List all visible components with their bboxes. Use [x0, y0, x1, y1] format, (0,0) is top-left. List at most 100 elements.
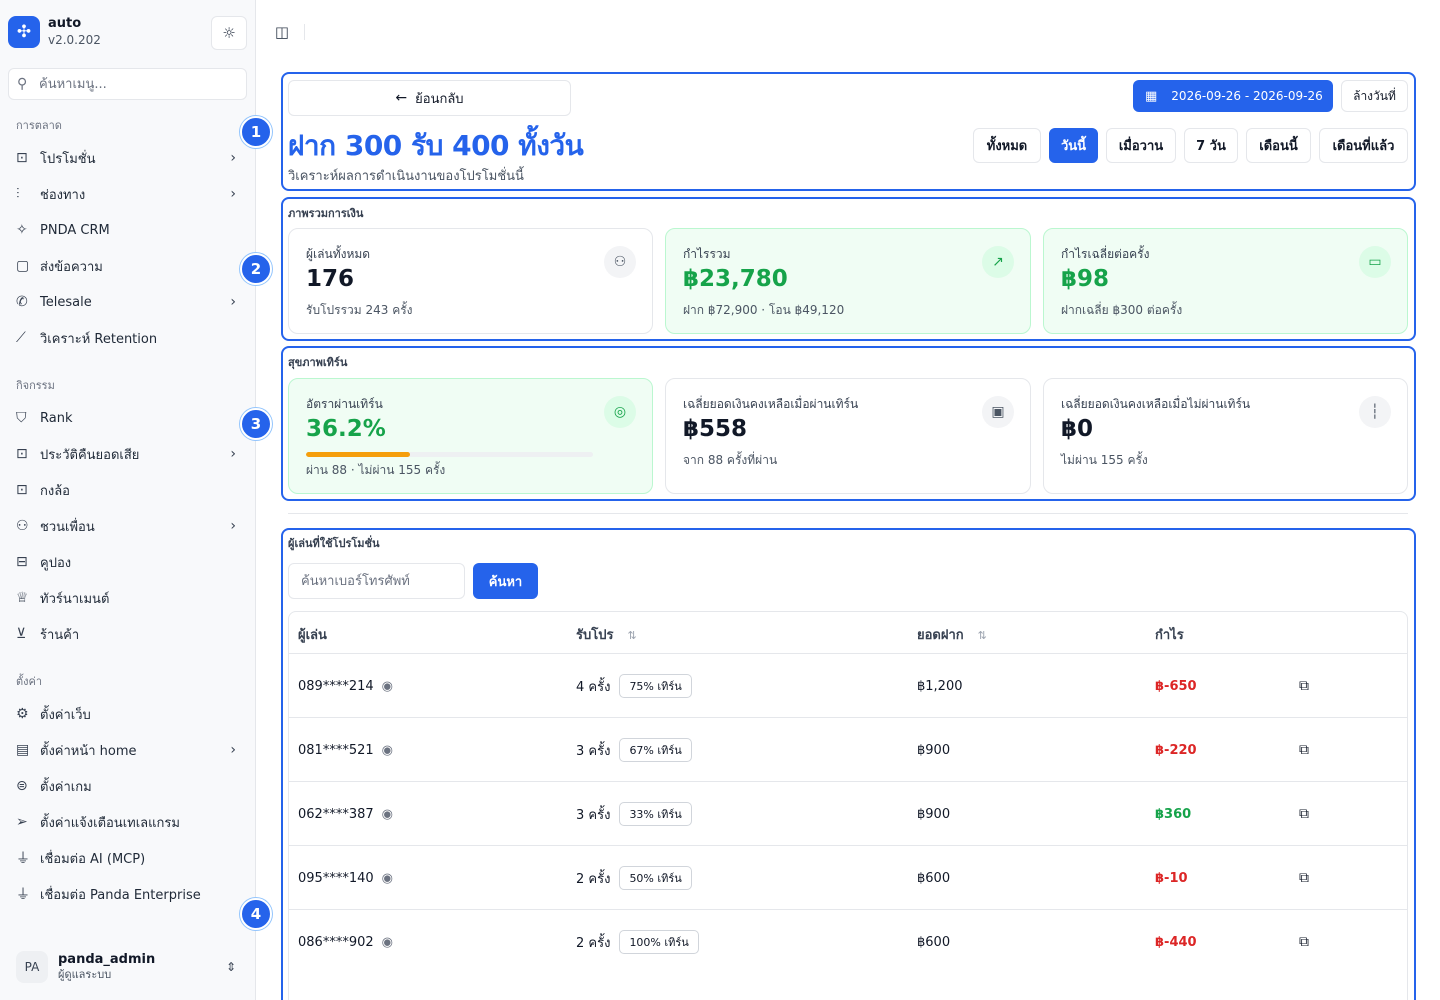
eye-icon[interactable]: ◉ — [382, 871, 393, 886]
menu-search[interactable]: ⚲ — [8, 68, 247, 100]
eye-icon[interactable]: ◉ — [382, 679, 393, 694]
external-link-icon[interactable]: ⧉ — [1299, 806, 1309, 822]
shield-icon: ⛉ — [16, 410, 27, 426]
bar-chart-icon: ┆ — [1359, 396, 1391, 428]
sidebar-item-8[interactable]: ⊡ ประวัติคืนยอดเสีย › — [8, 437, 246, 471]
back-button[interactable]: ← ย้อนกลับ — [288, 80, 571, 116]
sidebar-item-2[interactable]: ⫶ ช่องทาง › — [8, 177, 246, 211]
range-button-2[interactable]: วันนี้ — [1049, 128, 1098, 163]
sidebar-item-15[interactable]: ▤ ตั้งค่าหน้า home › — [8, 733, 246, 767]
sidebar-item-14[interactable]: ⚙ ตั้งค่าเว็บ — [8, 697, 246, 731]
card-value: ฿23,780 — [683, 266, 788, 292]
range-button-4[interactable]: 7 วัน — [1184, 128, 1238, 163]
sidebar-item-9[interactable]: ⊡ กงล้อ — [8, 473, 246, 507]
sidebar-item-12[interactable]: ♕ ทัวร์นาเมนต์ — [8, 581, 246, 615]
players-section-title: ผู้เล่นที่ใช้โปรโมชั่น — [288, 537, 380, 550]
external-link-icon[interactable]: ⧉ — [1299, 742, 1309, 758]
phone-search-input[interactable] — [288, 563, 465, 599]
chevrons-up-down-icon: ⇕ — [225, 960, 236, 974]
date-range-picker[interactable]: ▦ 2026-09-26 - 2026-09-26 — [1133, 80, 1333, 112]
table-row: 086****902 ◉ 2 ครั้ง 100% เทิร์น ฿600 ฿-440 ⧉ — [289, 909, 1407, 974]
sidebar-item-7[interactable]: ⛉ Rank — [8, 401, 246, 435]
eye-icon[interactable]: ◉ — [382, 743, 393, 758]
player-cell: 062****387 ◉ — [298, 782, 393, 846]
annotation-badge-3: 3 — [240, 408, 272, 440]
divider — [288, 513, 1408, 514]
brand[interactable]: ✣ auto v2.0.202 — [8, 16, 101, 48]
deposit-cell: ฿600 — [917, 934, 951, 950]
chevron-right-icon: › — [230, 186, 236, 202]
open-detail-cell[interactable]: ⧉ — [1299, 718, 1309, 782]
sidebar-item-label: ประวัติคืนยอดเสีย — [40, 447, 140, 463]
topbar-divider — [304, 24, 305, 40]
card-label: กำไรรวม — [683, 247, 731, 261]
sidebar-item-13[interactable]: ⊻ ร้านค้า — [8, 617, 246, 651]
arrow-left-icon: ← — [395, 90, 408, 106]
open-detail-cell[interactable]: ⧉ — [1299, 782, 1309, 846]
avg-balance-fail-card: เฉลี่ยยอดเงินคงเหลือเมื่อไม่ผ่านเทิร์น ฿… — [1043, 378, 1408, 494]
sidebar-item-5[interactable]: ✆ Telesale › — [8, 285, 246, 319]
sidebar-item-label: ทัวร์นาเมนต์ — [40, 591, 110, 607]
app-name: auto — [48, 16, 82, 31]
profit-cell: ฿-440 — [1155, 934, 1197, 950]
eye-icon[interactable]: ◉ — [382, 935, 393, 950]
column-header-deposit[interactable]: ยอดฝาก ⇅ — [917, 624, 987, 645]
menu-search-input[interactable] — [39, 76, 229, 92]
sort-icon: ⇅ — [977, 629, 987, 642]
eye-icon[interactable]: ◉ — [382, 807, 393, 822]
open-detail-cell[interactable]: ⧉ — [1299, 654, 1309, 718]
column-header-claims[interactable]: รับโปร ⇅ — [576, 624, 637, 645]
sidebar-item-10[interactable]: ⚇ ชวนเพื่อน › — [8, 509, 246, 543]
sidebar-item-11[interactable]: ⊟ คูปอง — [8, 545, 246, 579]
panel-left-icon: ◫ — [274, 23, 290, 41]
chevron-right-icon: › — [230, 446, 236, 462]
turn-badge: 33% เทิร์น — [619, 802, 692, 826]
sidebar-item-1[interactable]: ⊡ โปรโมชั่น › — [8, 141, 246, 175]
card-value: ฿98 — [1061, 266, 1110, 292]
profit-cell: ฿-650 — [1155, 678, 1197, 694]
phone-search-button[interactable]: ค้นหา — [473, 563, 538, 599]
player-cell: 086****902 ◉ — [298, 910, 393, 974]
external-link-icon[interactable]: ⧉ — [1299, 870, 1309, 886]
sidebar-item-17[interactable]: ➢ ตั้งค่าแจ้งเตือนเทเลแกรม — [8, 805, 246, 839]
sidebar-item-16[interactable]: ⊜ ตั้งค่าเกม — [8, 769, 246, 803]
column-header-player: ผู้เล่น — [298, 624, 327, 645]
sidebar-item-label: โปรโมชั่น — [40, 151, 96, 167]
user-menu[interactable]: PA panda_admin ผู้ดูแลระบบ ⇕ — [8, 944, 246, 990]
bar-chart-icon: ⫶ — [16, 186, 20, 202]
sidebar-item-label: เชื่อมต่อ Panda Enterprise — [40, 887, 201, 903]
claims-cell: 2 ครั้ง 50% เทิร์น — [576, 846, 692, 910]
range-button-5[interactable]: เดือนนี้ — [1246, 128, 1311, 163]
range-button-3[interactable]: เมื่อวาน — [1106, 128, 1176, 163]
sidebar-item-label: กงล้อ — [40, 483, 70, 499]
turn-badge: 67% เทิร์น — [619, 738, 692, 762]
card-sub: จาก 88 ครั้งที่ผ่าน — [683, 453, 778, 467]
player-cell: 081****521 ◉ — [298, 718, 393, 782]
sidebar-item-3[interactable]: ✧ PNDA CRM — [8, 213, 246, 247]
theme-toggle-button[interactable]: ☼ — [211, 16, 247, 50]
open-detail-cell[interactable]: ⧉ — [1299, 910, 1309, 974]
calendar-icon: ▦ — [1145, 88, 1158, 104]
open-detail-cell[interactable]: ⧉ — [1299, 846, 1309, 910]
sidebar-item-18[interactable]: ⏚ เชื่อมต่อ AI (MCP) — [8, 841, 246, 875]
clear-date-button[interactable]: ล้างวันที่ — [1341, 80, 1408, 112]
annotation-badge-2: 2 — [240, 253, 272, 285]
date-range-value: 2026-09-26 - 2026-09-26 — [1171, 89, 1323, 103]
sidebar-item-19[interactable]: ⏚ เชื่อมต่อ Panda Enterprise — [8, 877, 246, 911]
external-link-icon[interactable]: ⧉ — [1299, 678, 1309, 694]
sidebar-item-4[interactable]: ▢ ส่งข้อความ — [8, 249, 246, 283]
total-players-card: ผู้เล่นทั้งหมด 176 รับโปรรวม 243 ครั้ง ⚇ — [288, 228, 653, 334]
card-label: เฉลี่ยยอดเงินคงเหลือเมื่อไม่ผ่านเทิร์น — [1061, 397, 1251, 411]
app-logo-icon: ✣ — [8, 16, 40, 48]
target-icon: ◎ — [604, 396, 636, 428]
sidebar-item-6[interactable]: ⟋ วิเคราะห์ Retention — [8, 321, 246, 355]
sidebar-toggle-button[interactable]: ◫ — [270, 21, 294, 43]
profit-cell: ฿360 — [1155, 806, 1192, 822]
external-link-icon[interactable]: ⧉ — [1299, 934, 1309, 950]
sidebar-item-label: ตั้งค่าแจ้งเตือนเทเลแกรม — [40, 815, 180, 831]
table-row: 081****521 ◉ 3 ครั้ง 67% เทิร์น ฿900 ฿-220 ⧉ — [289, 717, 1407, 782]
column-label: ผู้เล่น — [298, 628, 327, 643]
range-button-1[interactable]: ทั้งหมด — [973, 128, 1041, 163]
chevron-right-icon: › — [230, 518, 236, 534]
range-button-6[interactable]: เดือนที่แล้ว — [1319, 128, 1408, 163]
